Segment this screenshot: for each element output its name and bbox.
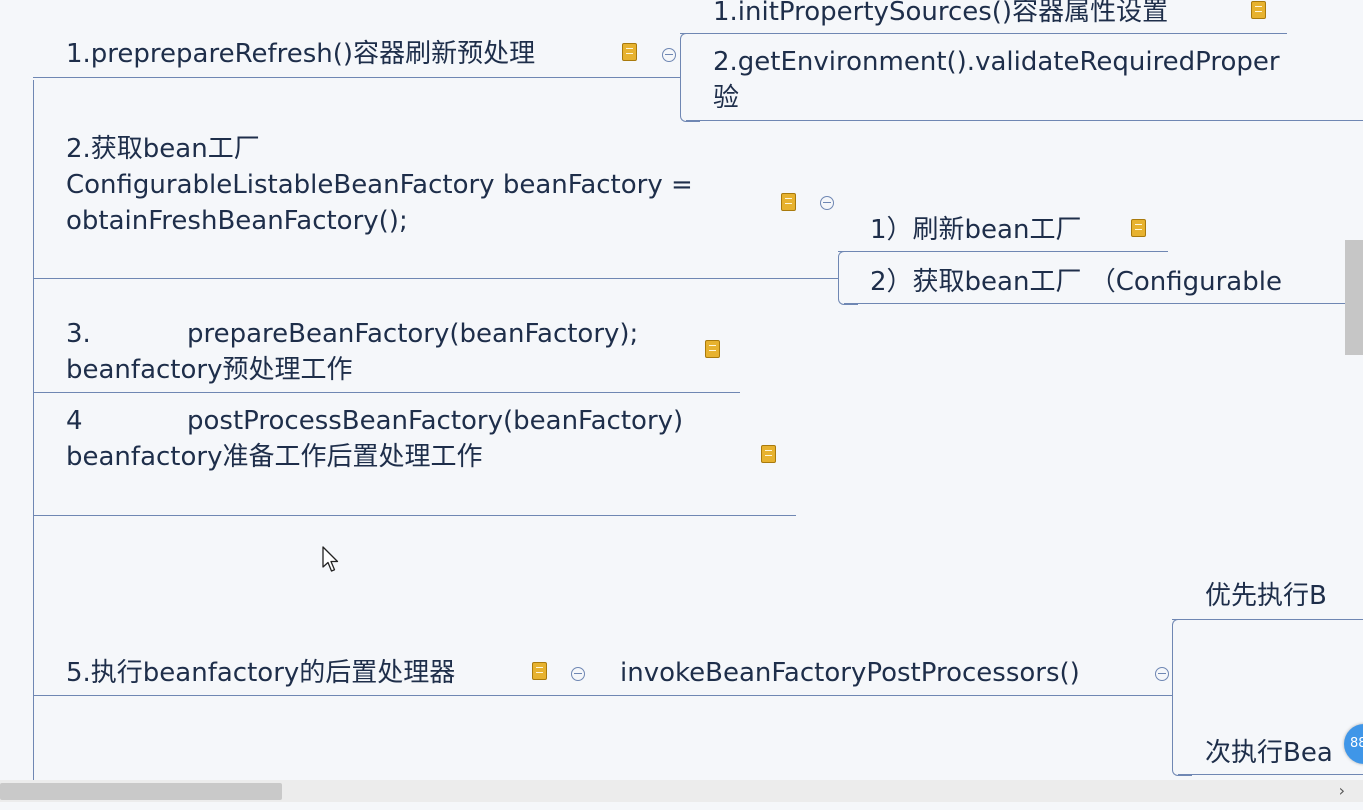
collapse-icon[interactable] [1155, 667, 1169, 681]
node-5-grandchild-2-label[interactable]: 次执行Bea [1205, 735, 1333, 771]
collapse-icon[interactable] [571, 667, 585, 681]
vertical-scrollbar-thumb[interactable] [1345, 240, 1363, 355]
node-3-code: prepareBeanFactory(beanFactory); [187, 319, 639, 349]
node-2-child-2-label[interactable]: 2）获取bean工厂 （Configurable [870, 264, 1282, 300]
node-1-child-2-line2: 验 [713, 83, 740, 113]
note-icon[interactable] [1251, 1, 1266, 19]
node-5-label[interactable]: 5.执行beanfactory的后置处理器 [66, 655, 455, 691]
node-2-child-2-underline [844, 303, 1363, 304]
node-5-grandchild-1-underline [1172, 619, 1363, 620]
node-4-code: postProcessBeanFactory(beanFactory) [187, 406, 684, 436]
node-1-label[interactable]: 1.preprepareRefresh()容器刷新预处理 [66, 36, 535, 72]
node-3-line2: beanfactory预处理工作 [66, 355, 353, 385]
mindmap-canvas[interactable]: 1.preprepareRefresh()容器刷新预处理 1.initPrope… [0, 0, 1363, 810]
node-5-child-label[interactable]: invokeBeanFactoryPostProcessors() [620, 655, 1080, 691]
node-1-bracket [680, 33, 700, 122]
node-3-number[interactable]: 3. [66, 316, 91, 352]
node-3-underline [33, 392, 740, 393]
node-1-child-2-line1[interactable]: 2.getEnvironment().validateRequiredPrope… [713, 44, 1280, 80]
node-1-underline [33, 77, 680, 78]
mouse-cursor-icon [322, 546, 339, 572]
trunk-line [33, 80, 34, 780]
node-2-line2: ConfigurableListableBeanFactory beanFact… [66, 170, 693, 200]
scroll-right-arrow-icon[interactable]: › [1339, 780, 1345, 802]
node-5-grandchild-2-underline [1178, 774, 1363, 775]
node-2-underline [33, 278, 839, 279]
note-icon[interactable] [532, 662, 547, 680]
note-icon[interactable] [1131, 219, 1146, 237]
node-4-line2: beanfactory准备工作后置处理工作 [66, 442, 483, 472]
note-icon[interactable] [622, 43, 637, 61]
collapse-icon[interactable] [662, 48, 676, 62]
node-4-number[interactable]: 4 [66, 403, 83, 439]
node-2-line3: obtainFreshBeanFactory(); [66, 206, 408, 236]
node-2-line1[interactable]: 2.获取bean工厂 [66, 131, 260, 167]
node-5-grandchild-1-label[interactable]: 优先执行B [1205, 578, 1327, 614]
node-1-child-2-underline [686, 120, 1363, 121]
node-2-child-1-underline [838, 251, 1168, 252]
collapse-icon[interactable] [820, 196, 834, 210]
node-5-bracket [1172, 619, 1192, 776]
horizontal-scrollbar[interactable]: › [0, 780, 1363, 802]
note-icon[interactable] [781, 193, 796, 211]
node-1-child-1-underline [680, 33, 1287, 34]
horizontal-scrollbar-thumb[interactable] [0, 783, 282, 800]
node-2-bracket [838, 251, 858, 305]
note-icon[interactable] [705, 340, 720, 358]
note-icon[interactable] [761, 445, 776, 463]
node-5-underline [33, 695, 1173, 696]
node-2-child-1-label[interactable]: 1）刷新bean工厂 [870, 212, 1081, 248]
node-4-underline [33, 515, 796, 516]
node-1-child-1-label[interactable]: 1.initPropertySources()容器属性设置 [713, 0, 1168, 30]
